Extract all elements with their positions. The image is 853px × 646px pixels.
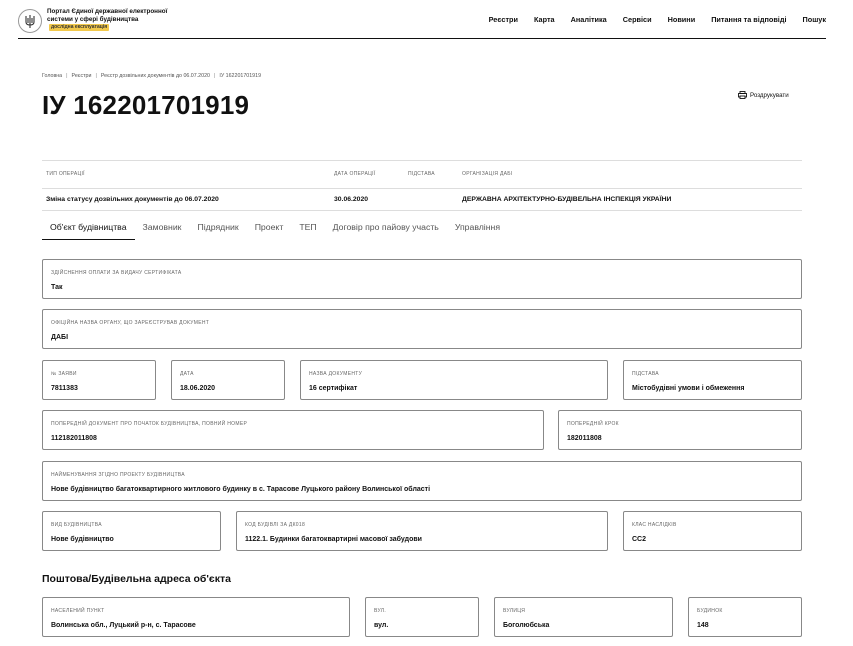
field-value: Нове будівництво: [51, 536, 114, 543]
print-button[interactable]: Роздрукувати: [738, 91, 789, 99]
consequence-class-field: Клас наслідків СС2: [623, 511, 802, 551]
date-field: Дата 18.06.2020: [171, 360, 285, 400]
document-name-field: Назва документу 16 сертифікат: [300, 360, 608, 400]
operation-table-header: Тип операції Дата операції Підстава Орга…: [42, 160, 802, 189]
beta-badge: дослідна експлуатація: [49, 24, 110, 31]
construction-type-field: Вид будівництва Нове будівництво: [42, 511, 221, 551]
tab-bar: Об'єкт будівництва Замовник Підрядник Пр…: [42, 219, 508, 240]
field-value: 182011808: [567, 435, 602, 442]
field-label: Код будівлі за ДК018: [245, 522, 306, 528]
field-label: Вул.: [374, 608, 387, 614]
project-name-field: Найменування згідно проекту будівництва …: [42, 461, 802, 501]
building-number-field: Будинок 148: [688, 597, 802, 637]
payment-field: Здійснення оплати за видачу сертифіката …: [42, 259, 802, 299]
breadcrumb: Головна | Реєстри | Реєстр дозвільних до…: [42, 73, 261, 79]
organization-value: ДЕРЖАВНА АРХІТЕКТУРНО-БУДІВЕЛЬНА ІНСПЕКЦ…: [462, 196, 672, 203]
field-value: 16 сертифікат: [309, 385, 358, 392]
application-number-field: № заяви 7811383: [42, 360, 156, 400]
authority-field: Офіційна назва органу, що зареєстрував д…: [42, 309, 802, 349]
field-label: Офіційна назва органу, що зареєстрував д…: [51, 320, 210, 326]
basis-field: Підстава Містобудівні умови і обмеження: [623, 360, 802, 400]
nav-services[interactable]: Сервіси: [623, 15, 652, 24]
tab-contractor[interactable]: Підрядник: [189, 219, 246, 240]
breadcrumb-separator: |: [95, 73, 97, 79]
print-label: Роздрукувати: [750, 91, 789, 99]
field-value: вул.: [374, 622, 389, 629]
field-label: Клас наслідків: [632, 522, 677, 528]
breadcrumb-separator: |: [213, 73, 216, 79]
operation-date-value: 30.06.2020: [334, 196, 369, 203]
operation-table: Тип операції Дата операції Підстава Орга…: [42, 160, 802, 211]
portal-logo-text[interactable]: Портал Єдиної державної електронної сист…: [47, 8, 172, 32]
nav-search[interactable]: Пошук: [803, 15, 827, 24]
header-operation-date: Дата операції: [334, 171, 376, 177]
field-label: Вулиця: [503, 608, 526, 614]
tab-customer[interactable]: Замовник: [135, 219, 190, 240]
logo-title: Портал Єдиної державної електронної сист…: [47, 8, 168, 23]
header-organization: Організація ДАБІ: [462, 171, 513, 177]
field-label: Попередній документ про початок будівниц…: [51, 421, 248, 427]
tab-construction-object[interactable]: Об'єкт будівництва: [42, 219, 135, 240]
field-value: 18.06.2020: [180, 385, 216, 392]
field-label: Підстава: [632, 371, 659, 377]
tab-equity-agreement[interactable]: Договір про пайову участь: [325, 219, 447, 240]
field-value: Так: [51, 284, 63, 291]
nav-map[interactable]: Карта: [534, 15, 555, 24]
tab-management[interactable]: Управління: [447, 219, 508, 240]
main-nav: Реєстри Карта Аналітика Сервіси Новини П…: [473, 15, 826, 24]
field-label: Населений пункт: [51, 608, 105, 614]
field-value: 148: [697, 622, 709, 629]
breadcrumb-current: ІУ 162201701919: [219, 73, 262, 79]
breadcrumb-registry[interactable]: Реєстр дозвільних документів до 06.07.20…: [101, 73, 210, 79]
field-label: Вид будівництва: [51, 522, 102, 528]
field-value: 1122.1. Будинки багатоквартирні масової …: [245, 536, 422, 543]
table-row: Зміна статусу дозвільних документів до 0…: [42, 189, 802, 211]
header-basis: Підстава: [408, 171, 435, 177]
site-header: Портал Єдиної державної електронної сист…: [18, 6, 826, 39]
field-value: 7811383: [51, 385, 78, 392]
field-label: Здійснення оплати за видачу сертифіката: [51, 270, 182, 276]
breadcrumb-home[interactable]: Головна: [42, 73, 62, 79]
field-value: ДАБІ: [51, 334, 69, 341]
building-code-field: Код будівлі за ДК018 1122.1. Будинки баг…: [236, 511, 608, 551]
breadcrumb-registries[interactable]: Реєстри: [72, 73, 92, 79]
previous-step-field: Попередній крок 182011808: [558, 410, 802, 450]
field-label: Назва документу: [309, 371, 363, 377]
field-label: Будинок: [697, 608, 723, 614]
street-field: Вулиця Боголюбська: [494, 597, 673, 637]
field-value: Нове будівництво багатоквартирного житло…: [51, 486, 431, 493]
field-label: Найменування згідно проекту будівництва: [51, 472, 185, 478]
field-label: Дата: [180, 371, 194, 377]
printer-icon: [738, 91, 747, 99]
trident-emblem-icon[interactable]: [18, 9, 42, 33]
tab-project[interactable]: Проект: [247, 219, 292, 240]
street-type-field: Вул. вул.: [365, 597, 479, 637]
field-label: Попередній крок: [567, 421, 619, 427]
field-label: № заяви: [51, 371, 77, 377]
field-value: СС2: [632, 536, 647, 543]
field-value: Боголюбська: [503, 622, 550, 629]
nav-registries[interactable]: Реєстри: [489, 15, 518, 24]
field-value: 112182011808: [51, 435, 97, 442]
field-value: Волинська обл., Луцький р-н, с. Тарасове: [51, 622, 196, 629]
breadcrumb-separator: |: [66, 73, 68, 79]
address-section-title: Поштова/Будівельна адреса об'єкта: [42, 573, 231, 585]
nav-analytics[interactable]: Аналітика: [571, 15, 607, 24]
field-value: Містобудівні умови і обмеження: [632, 385, 745, 392]
operation-type-value: Зміна статусу дозвільних документів до 0…: [46, 196, 219, 203]
nav-news[interactable]: Новини: [668, 15, 696, 24]
header-operation-type: Тип операції: [46, 171, 85, 177]
page-title: ІУ 162201701919: [42, 90, 250, 120]
previous-document-field: Попередній документ про початок будівниц…: [42, 410, 544, 450]
locality-field: Населений пункт Волинська обл., Луцький …: [42, 597, 350, 637]
nav-faq[interactable]: Питання та відповіді: [711, 15, 786, 24]
tab-tep[interactable]: ТЕП: [291, 219, 324, 240]
